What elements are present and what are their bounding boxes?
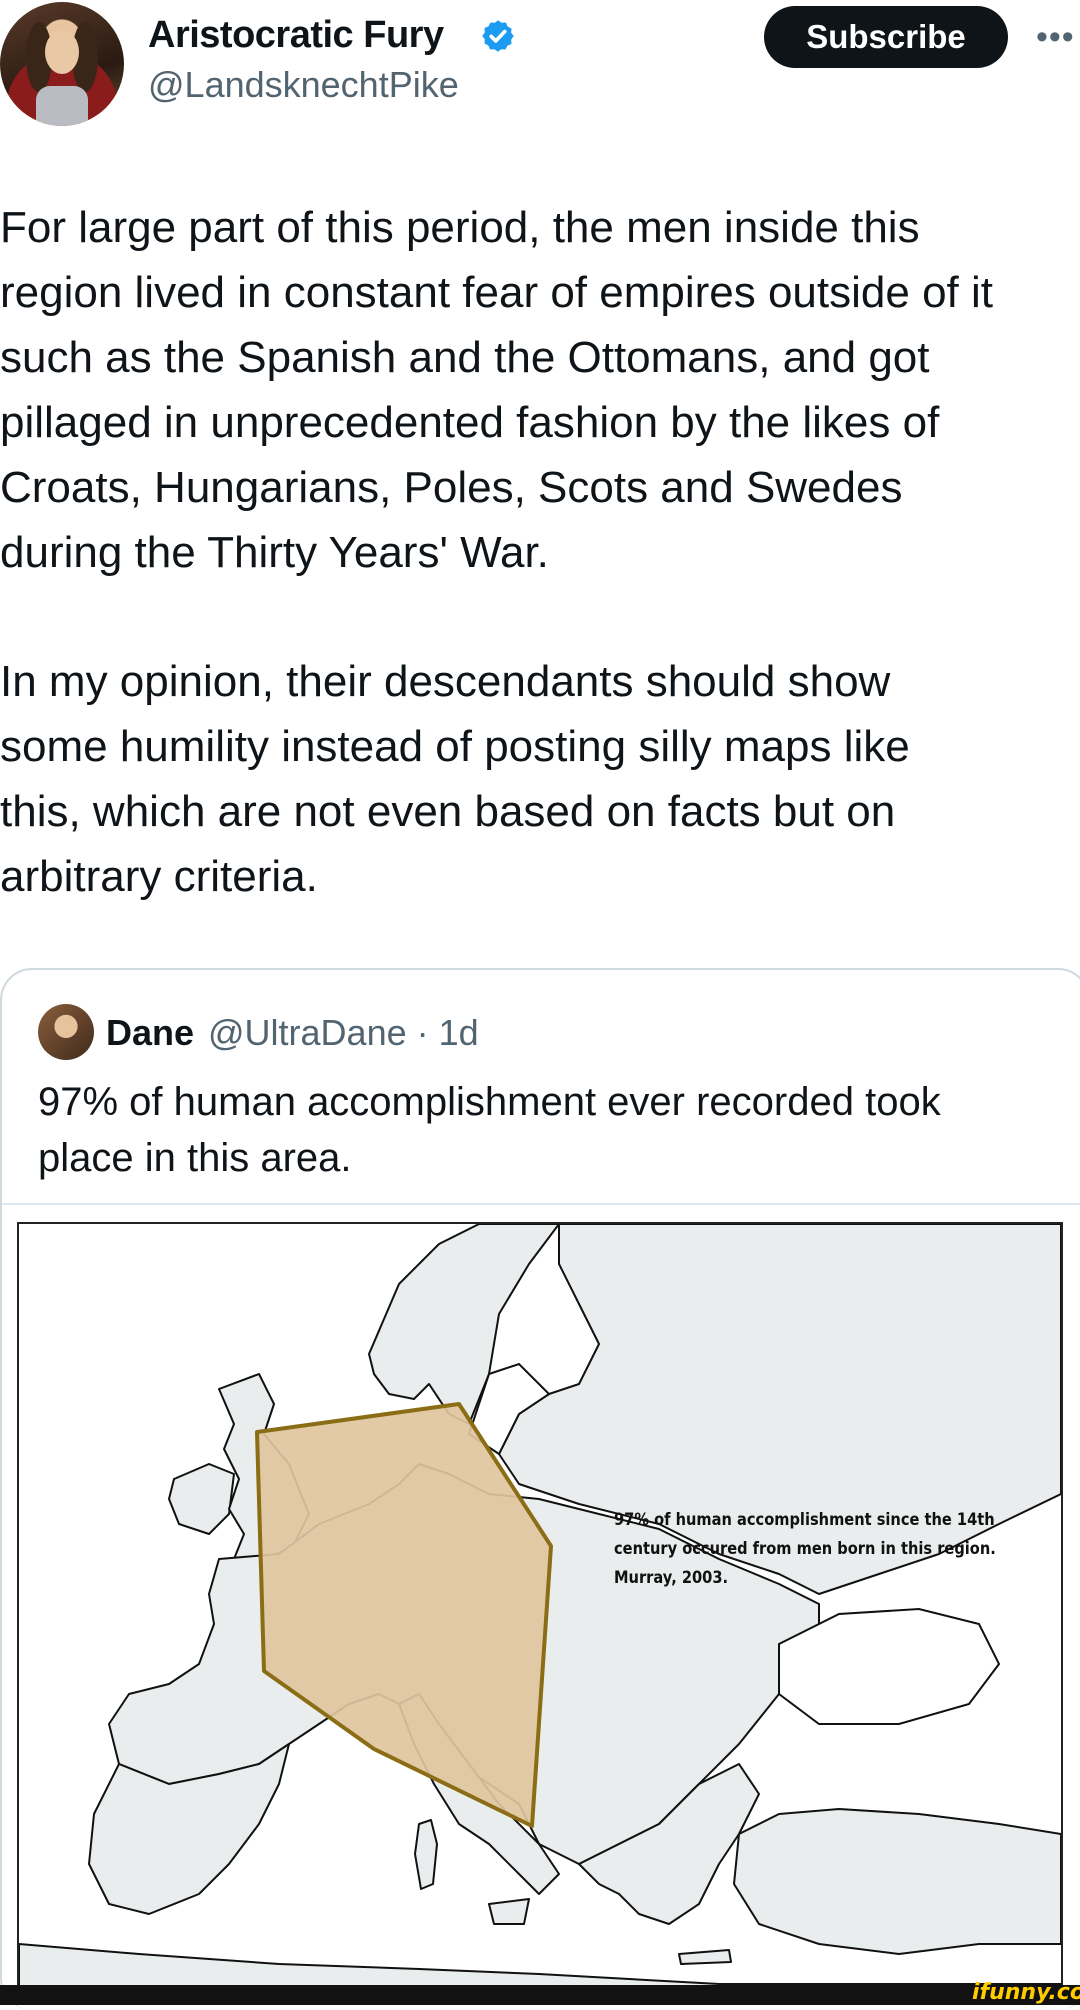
author-avatar[interactable] (0, 2, 124, 126)
subscribe-button[interactable]: Subscribe (764, 6, 1008, 68)
quoted-author-name: Dane (106, 1012, 195, 1053)
tweet-paragraph: For large part of this period, the men i… (0, 203, 993, 577)
map-graphic (19, 1224, 1061, 1989)
more-options-icon[interactable]: ••• (1036, 18, 1075, 57)
tweet-header: Aristocratic Fury @LandsknechtPike Subsc… (0, 0, 1080, 140)
map-caption-line: Murray, 2003. (614, 1568, 729, 1588)
quoted-tweet-text: 97% of human accomplishment ever recorde… (38, 1080, 941, 1180)
watermark-bar (0, 1985, 1080, 2005)
europe-map-image[interactable]: 97% of human accomplishment since the 14… (17, 1222, 1063, 1991)
tweet-body: For large part of this period, the men i… (0, 195, 1080, 909)
quoted-author-handle-time: @UltraDane · 1d (208, 1012, 479, 1053)
divider (2, 1203, 1080, 1205)
map-caption-line: century occured from men born in this re… (614, 1539, 996, 1559)
verified-badge-icon (482, 20, 514, 52)
map-caption: 97% of human accomplishment since the 14… (614, 1506, 996, 1593)
map-caption-line: 97% of human accomplishment since the 14… (614, 1510, 995, 1530)
author-handle[interactable]: @LandsknechtPike (148, 64, 459, 106)
author-display-name[interactable]: Aristocratic Fury (148, 14, 444, 57)
tweet-paragraph: In my opinion, their descendants should … (0, 657, 910, 901)
quoted-author-avatar (38, 1004, 94, 1060)
ifunny-watermark: ifunny.co (972, 1980, 1080, 2005)
